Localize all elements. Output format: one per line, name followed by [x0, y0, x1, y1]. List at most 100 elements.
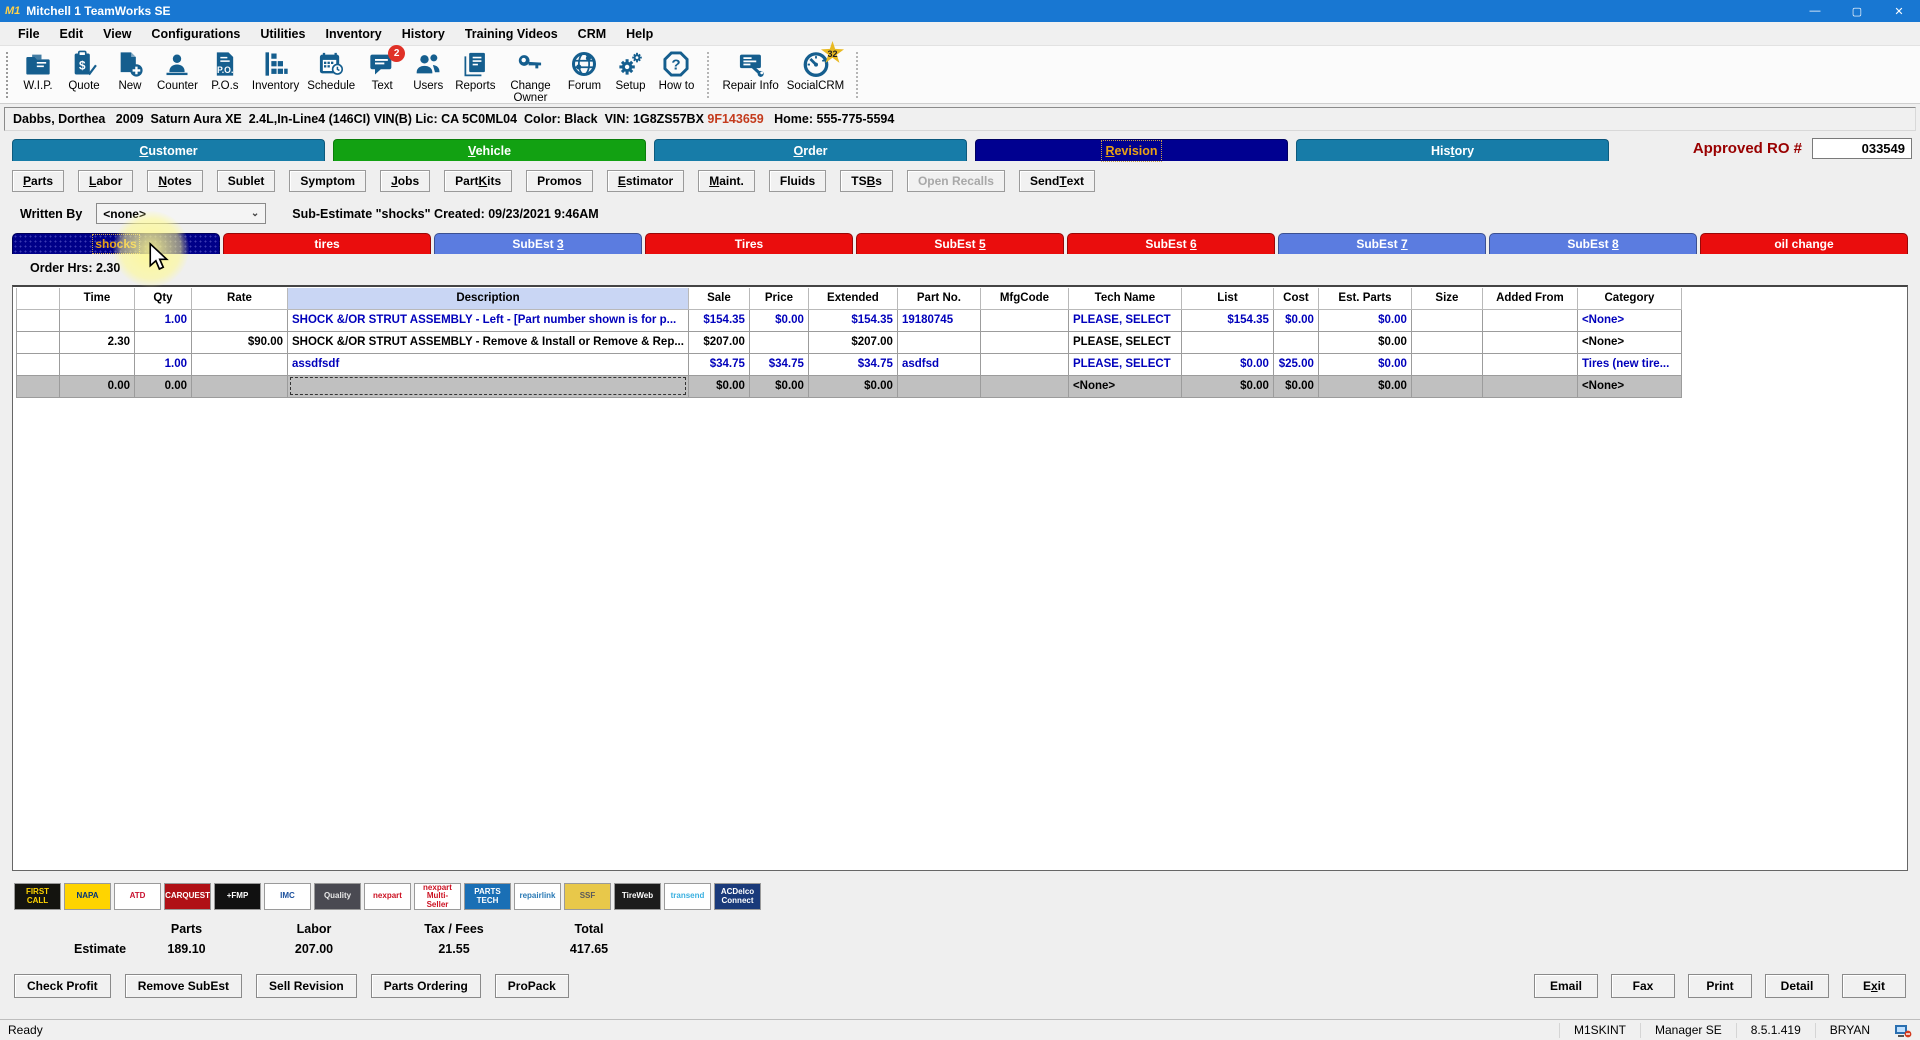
minimize-button[interactable]: — — [1794, 0, 1836, 22]
cell-price[interactable] — [749, 331, 808, 353]
cell-tech-name[interactable]: PLEASE, SELECT — [1068, 331, 1181, 353]
written-by-dropdown[interactable]: <none> ⌄ — [96, 203, 266, 224]
button-check-profit[interactable]: Check Profit — [14, 974, 111, 998]
cell-description[interactable]: assdfsdf — [288, 353, 689, 375]
cell-sale[interactable]: $207.00 — [688, 331, 749, 353]
cell-part-no[interactable] — [897, 375, 980, 397]
column-header-category[interactable]: Category — [1577, 288, 1681, 309]
cell-list[interactable] — [1181, 331, 1273, 353]
toolbar-button-inventory[interactable]: Inventory — [248, 50, 303, 104]
carquest-logo[interactable]: CARQUEST — [164, 883, 211, 910]
button-jobs[interactable]: Jobs — [380, 170, 430, 192]
cell-size[interactable] — [1411, 309, 1482, 331]
button-symptom[interactable]: Symptom — [289, 170, 366, 192]
toolbar-button-how-to[interactable]: ?How to — [653, 50, 699, 104]
cell-extended[interactable]: $34.75 — [808, 353, 897, 375]
button-exit[interactable]: Exit — [1842, 974, 1906, 998]
grid-row[interactable]: 1.00SHOCK &/OR STRUT ASSEMBLY - Left - [… — [17, 309, 1682, 331]
ssf-logo[interactable]: SSF — [564, 883, 611, 910]
cell-time[interactable] — [60, 309, 135, 331]
column-header-row-selector[interactable] — [17, 288, 60, 309]
column-header-extended[interactable]: Extended — [808, 288, 897, 309]
column-header-added-from[interactable]: Added From — [1482, 288, 1577, 309]
menu-file[interactable]: File — [8, 24, 50, 44]
tab-revision[interactable]: Revision — [975, 139, 1288, 161]
cell-rate[interactable] — [192, 309, 288, 331]
cell-added-from[interactable] — [1482, 375, 1577, 397]
menu-inventory[interactable]: Inventory — [315, 24, 391, 44]
button-send-text[interactable]: Send Text — [1019, 170, 1095, 192]
subest-tab-oil-change[interactable]: oil change — [1700, 233, 1908, 254]
column-header-mfgcode[interactable]: MfgCode — [980, 288, 1068, 309]
cell-cost[interactable]: $0.00 — [1273, 309, 1318, 331]
menu-training-videos[interactable]: Training Videos — [455, 24, 568, 44]
cell-qty[interactable]: 1.00 — [135, 309, 192, 331]
cell-rate[interactable] — [192, 353, 288, 375]
column-header-tech-name[interactable]: Tech Name — [1068, 288, 1181, 309]
subest-tab-tires[interactable]: Tires — [645, 233, 853, 254]
menu-crm[interactable]: CRM — [568, 24, 616, 44]
button-parts[interactable]: Parts — [12, 170, 64, 192]
toolbar-button-change-owner[interactable]: Change Owner — [499, 50, 561, 104]
grid-row[interactable]: 1.00assdfsdf$34.75$34.75$34.75asdfsdPLEA… — [17, 353, 1682, 375]
cell-sale[interactable]: $0.00 — [688, 375, 749, 397]
button-fluids[interactable]: Fluids — [769, 170, 826, 192]
menu-edit[interactable]: Edit — [50, 24, 94, 44]
button-labor[interactable]: Labor — [78, 170, 133, 192]
toolbar-button-schedule[interactable]: Schedule — [303, 50, 359, 104]
transend-logo[interactable]: transend — [664, 883, 711, 910]
column-header-time[interactable]: Time — [60, 288, 135, 309]
button-detail[interactable]: Detail — [1765, 974, 1829, 998]
cell-tech-name[interactable]: <None> — [1068, 375, 1181, 397]
cell-time[interactable]: 0.00 — [60, 375, 135, 397]
cell-est-parts[interactable]: $0.00 — [1318, 309, 1411, 331]
quality-logo[interactable]: Quality — [314, 883, 361, 910]
toolbar-button-reports[interactable]: Reports — [451, 50, 499, 104]
menu-view[interactable]: View — [93, 24, 141, 44]
cell-size[interactable] — [1411, 375, 1482, 397]
column-header-size[interactable]: Size — [1411, 288, 1482, 309]
cell-extended[interactable]: $154.35 — [808, 309, 897, 331]
subest-tab-subest-3[interactable]: SubEst 3 — [434, 233, 642, 254]
cell-list[interactable]: $0.00 — [1181, 375, 1273, 397]
cell-part-no[interactable] — [897, 331, 980, 353]
cell-qty[interactable]: 1.00 — [135, 353, 192, 375]
cell-est-parts[interactable]: $0.00 — [1318, 353, 1411, 375]
cell-category[interactable]: <None> — [1577, 309, 1681, 331]
toolbar-button-repair-info[interactable]: Repair Info — [718, 50, 782, 92]
column-header-description[interactable]: Description — [288, 288, 689, 309]
repairlink-logo[interactable]: repairlink — [514, 883, 561, 910]
cell-qty[interactable]: 0.00 — [135, 375, 192, 397]
button-tsbs[interactable]: TSBs — [840, 170, 893, 192]
cell-price[interactable]: $0.00 — [749, 309, 808, 331]
cell-cost[interactable]: $0.00 — [1273, 375, 1318, 397]
cell-time[interactable] — [60, 353, 135, 375]
cell-row-selector[interactable] — [17, 375, 60, 397]
column-header-sale[interactable]: Sale — [688, 288, 749, 309]
napa-logo[interactable]: NAPA — [64, 883, 111, 910]
cell-mfgcode[interactable] — [980, 353, 1068, 375]
partstech-logo[interactable]: PARTS TECH — [464, 883, 511, 910]
cell-est-parts[interactable]: $0.00 — [1318, 375, 1411, 397]
column-header-list[interactable]: List — [1181, 288, 1273, 309]
menu-utilities[interactable]: Utilities — [250, 24, 315, 44]
subest-tab-subest-8[interactable]: SubEst 8 — [1489, 233, 1697, 254]
cell-row-selector[interactable] — [17, 353, 60, 375]
nexpart-multi-seller-logo[interactable]: nexpart Multi-Seller — [414, 883, 461, 910]
cell-cost[interactable] — [1273, 331, 1318, 353]
toolbar-button-w-i-p[interactable]: W.I.P. — [15, 50, 61, 104]
cell-tech-name[interactable]: PLEASE, SELECT — [1068, 309, 1181, 331]
cell-est-parts[interactable]: $0.00 — [1318, 331, 1411, 353]
subest-tab-shocks[interactable]: shocks — [12, 233, 220, 254]
button-email[interactable]: Email — [1534, 974, 1598, 998]
cell-sale[interactable]: $154.35 — [688, 309, 749, 331]
subest-tab-subest-6[interactable]: SubEst 6 — [1067, 233, 1275, 254]
button-print[interactable]: Print — [1688, 974, 1752, 998]
menu-configurations[interactable]: Configurations — [141, 24, 250, 44]
toolbar-button-p-o-s[interactable]: P.O.P.O.s — [202, 50, 248, 104]
cell-description[interactable] — [288, 375, 689, 397]
column-header-price[interactable]: Price — [749, 288, 808, 309]
cell-rate[interactable]: $90.00 — [192, 331, 288, 353]
atd-logo[interactable]: ATD — [114, 883, 161, 910]
menu-help[interactable]: Help — [616, 24, 663, 44]
